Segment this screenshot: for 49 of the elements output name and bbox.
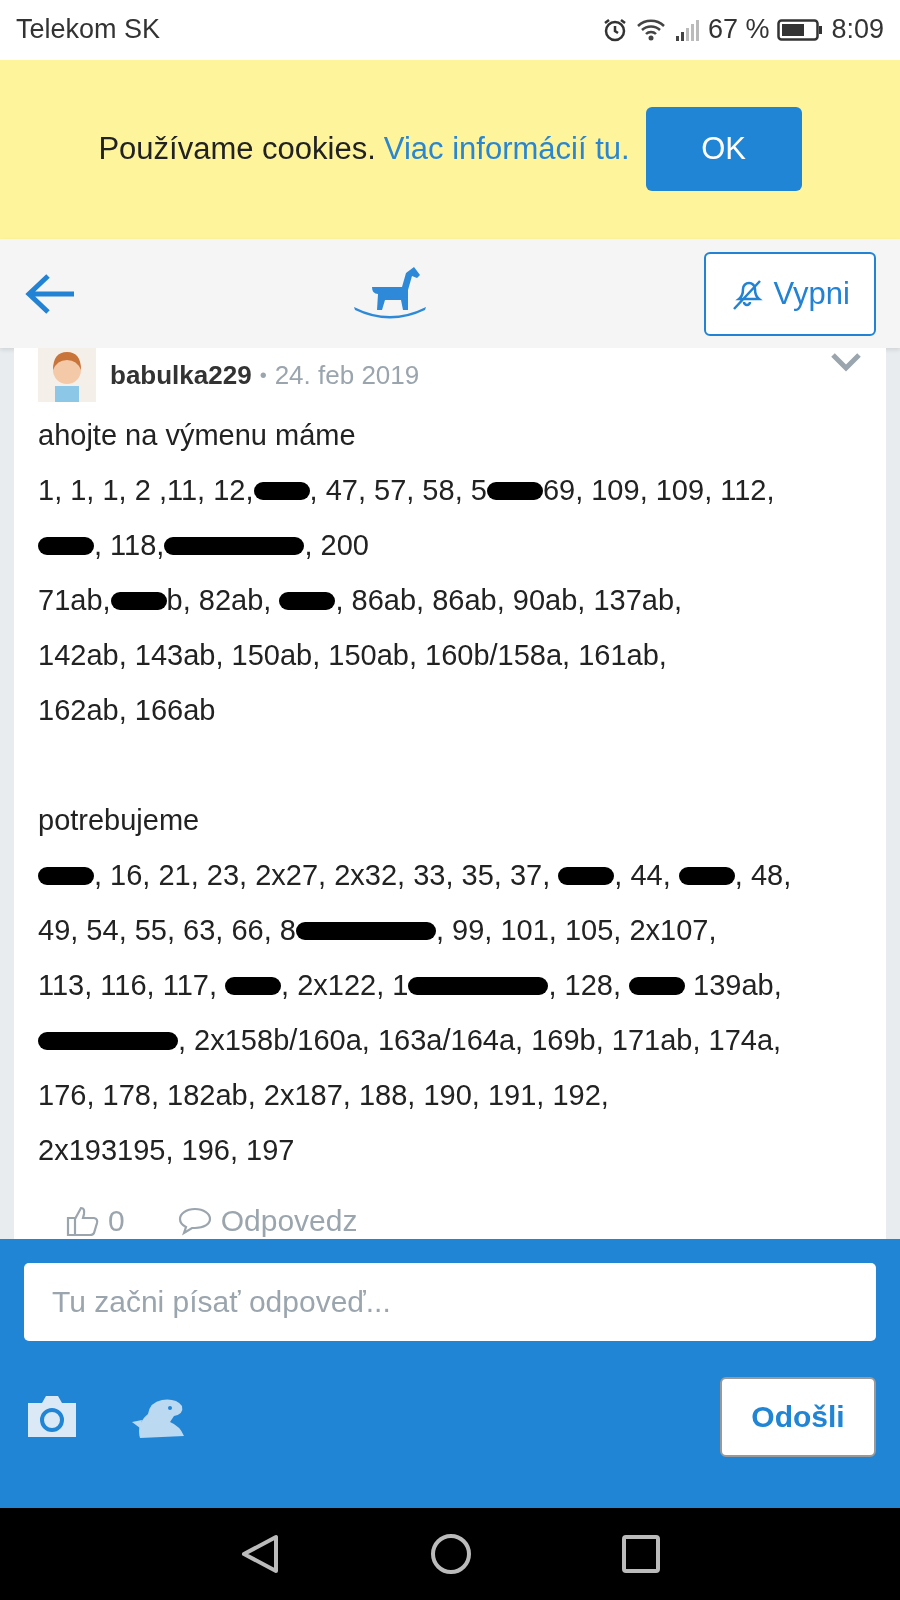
- post-text: , 16, 21, 23, 2x27, 2x32, 33, 35, 37,: [94, 859, 552, 893]
- chevron-down-icon[interactable]: [830, 352, 862, 373]
- carrier-name: Telekom SK: [16, 14, 161, 46]
- home-nav-icon[interactable]: [430, 1533, 472, 1575]
- post-text: 142ab, 143ab, 150ab, 150ab, 160b/158a, 161ab,: [38, 639, 667, 673]
- thumbs-up-icon: [66, 1205, 100, 1238]
- back-icon[interactable]: [24, 272, 76, 315]
- author-name[interactable]: babulka229: [110, 359, 252, 391]
- mute-button[interactable]: Vypni: [703, 251, 876, 336]
- post-text: 69, 109, 109, 112,: [542, 474, 775, 508]
- post-text: 162ab, 166ab: [38, 694, 216, 728]
- post-text: 113, 116, 117,: [38, 969, 218, 1003]
- post-text: 71ab,: [38, 584, 111, 618]
- post-text: 139ab,: [692, 969, 782, 1003]
- post-text: b, 82ab,: [166, 584, 273, 618]
- post-text: , 86ab, 86ab, 90ab, 137ab,: [335, 584, 683, 618]
- post-text: potrebujeme: [38, 804, 200, 838]
- send-button[interactable]: Odošli: [720, 1377, 876, 1458]
- post-text: 49, 54, 55, 63, 66, 8: [38, 914, 296, 948]
- post-text: , 2x158b/160a, 163a/164a, 169b, 171ab, 174a,: [178, 1024, 782, 1058]
- post-text: , 2x122, 1: [281, 969, 409, 1003]
- post-text: , 47, 57, 58, 5: [309, 474, 487, 508]
- post-text: 1, 1, 1, 2 ,11, 12,: [38, 474, 254, 508]
- post-text: 176, 178, 182ab, 2x187, 188, 190, 191, 192,: [38, 1079, 609, 1113]
- speech-bubble-icon: [176, 1206, 213, 1237]
- separator-dot: •: [259, 363, 267, 387]
- back-nav-icon[interactable]: [240, 1533, 280, 1575]
- post-text: , 128,: [548, 969, 622, 1003]
- post-text: , 48,: [734, 859, 792, 893]
- like-button[interactable]: 0: [60, 1203, 131, 1240]
- reply-input[interactable]: Tu začni písať odpoveď...: [24, 1263, 876, 1342]
- post-date: 24. feb 2019: [274, 359, 420, 391]
- ok-button[interactable]: OK: [645, 107, 802, 192]
- avatar: [38, 348, 96, 403]
- post-text: , 99, 101, 105, 2x107,: [436, 914, 717, 948]
- info-link[interactable]: Viac informácií tu.: [383, 131, 630, 168]
- post-text: , 118,: [94, 529, 165, 563]
- clock-time: 8:09: [831, 14, 884, 46]
- wifi-icon: [635, 17, 666, 42]
- battery-percent: 67 %: [707, 14, 770, 46]
- recents-nav-icon[interactable]: [622, 1535, 660, 1573]
- post-text: , 44,: [614, 859, 672, 893]
- reply-button[interactable]: Odpovedz: [170, 1203, 364, 1240]
- post-text: ahojte na výmenu máme: [38, 419, 356, 453]
- cookie-text: Používame cookies.: [98, 131, 376, 168]
- post-text: 2x193195, 196, 197: [38, 1134, 295, 1168]
- signal-icon: [673, 17, 700, 42]
- battery-icon: [777, 17, 824, 42]
- post-text: , 200: [304, 529, 369, 563]
